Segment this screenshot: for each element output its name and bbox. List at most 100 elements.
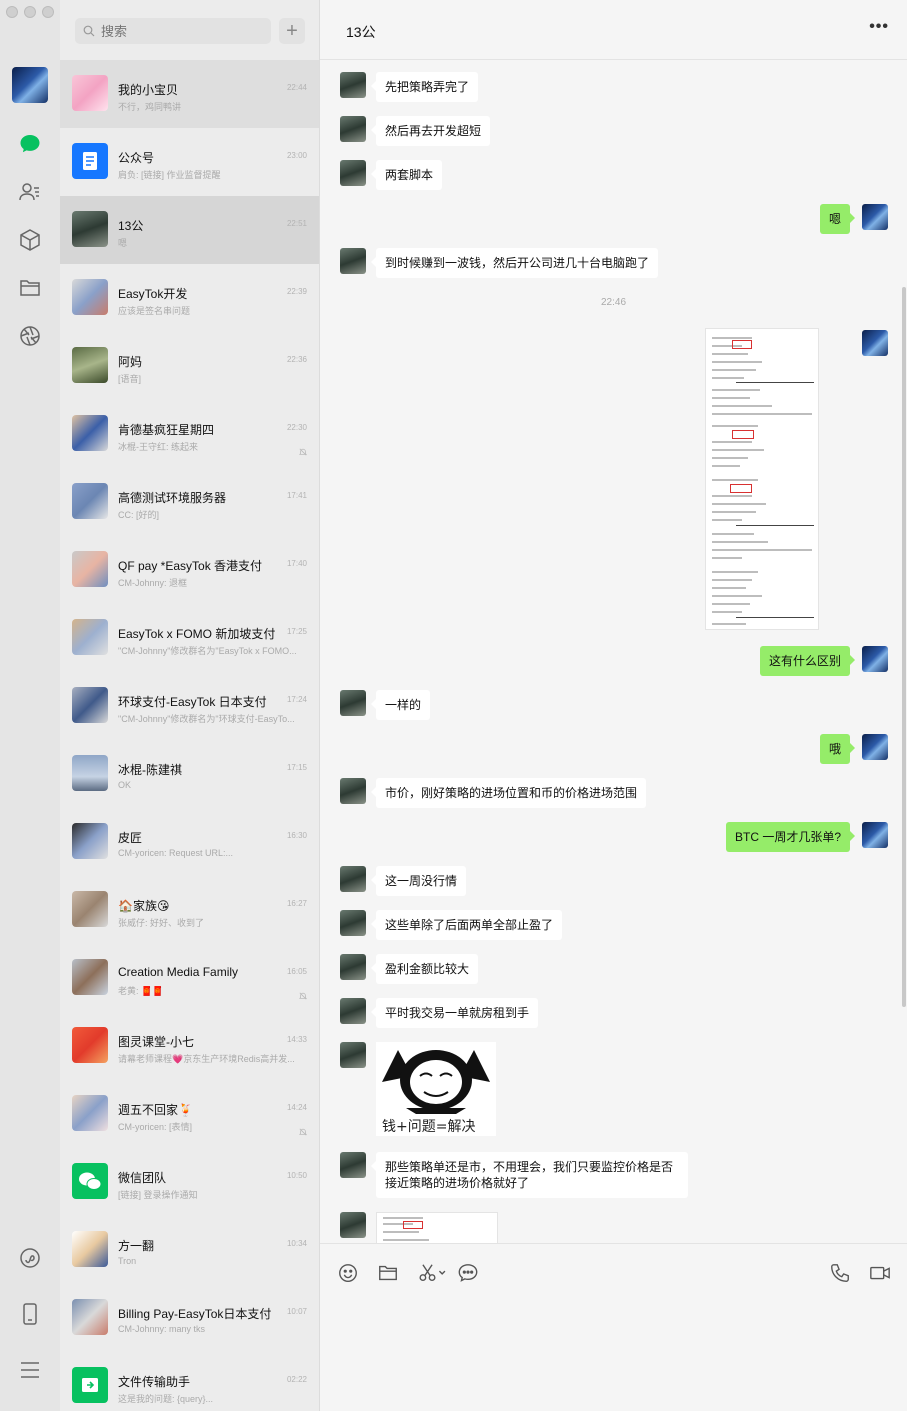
menu-icon[interactable] [17, 1357, 43, 1383]
chat-list-item[interactable]: QF pay *EasyTok 香港支付 CM-Johnny: 退框 17:40 [60, 536, 319, 604]
chat-avatar [72, 1367, 108, 1403]
chat-avatar [72, 347, 108, 383]
chat-list-item[interactable]: 我的小宝贝 不行，鸡同鸭讲 22:44 [60, 60, 319, 128]
chat-list-item[interactable]: 环球支付-EasyTok 日本支付 "CM-Johnny"修改群名为"环球支付-E… [60, 672, 319, 740]
chat-name: 皮匠 [118, 831, 143, 845]
video-call-icon[interactable] [868, 1261, 892, 1285]
friend-avatar-small[interactable] [340, 954, 366, 980]
new-chat-button[interactable]: + [279, 18, 305, 44]
chat-list-item[interactable]: 阿妈 [语音] 22:36 [60, 332, 319, 400]
chat-list-item[interactable]: 肯德基疯狂星期四 冰棍-王守红: 练起来 22:30 [60, 400, 319, 468]
message-bubble[interactable]: 然后再去开发超短 [370, 116, 491, 146]
message-bubble[interactable]: 这一周没行情 [370, 866, 467, 896]
minimize-window-button[interactable] [24, 6, 36, 18]
message-bubble[interactable]: 这些单除了后面两单全部止盈了 [370, 910, 563, 940]
chat-name: Billing Pay-EasyTok日本支付 [118, 1307, 272, 1321]
message-scrollbar[interactable] [902, 287, 906, 1007]
voice-call-icon[interactable] [828, 1261, 852, 1285]
chat-list-item[interactable]: 图灵课堂-小七 请幕老师课程💗京东生产环境Redis高并发... 14:33 [60, 1012, 319, 1080]
chat-history-icon[interactable] [456, 1261, 480, 1285]
friend-avatar-small[interactable] [340, 248, 366, 274]
strategy-screenshot-image[interactable] [705, 328, 819, 630]
friend-avatar-small[interactable] [340, 72, 366, 98]
mini-program-icon[interactable] [17, 1245, 43, 1271]
chat-list: 我的小宝贝 不行，鸡同鸭讲 22:44 公众号 肩负: [链接] 作业监督提醒 23:00… [60, 60, 319, 1411]
friend-avatar-small[interactable] [340, 1152, 366, 1178]
message-bubble[interactable]: BTC 一周才几张单? [726, 822, 856, 852]
chat-list-item[interactable]: 週五不回家🍹 CM-yoricen: [表情] 14:24 [60, 1080, 319, 1148]
message-bubble[interactable]: 这有什么区别 [760, 646, 856, 676]
search-input[interactable] [99, 22, 253, 40]
friend-avatar-small[interactable] [340, 116, 366, 142]
message-bubble[interactable]: 市价，刚好策略的进场位置和币的价格进场范围 [370, 778, 647, 808]
chat-name: 週五不回家🍹 [118, 1103, 193, 1117]
my-avatar-small[interactable] [862, 204, 888, 230]
chat-list-item[interactable]: 微信团队 [链接] 登录操作通知 10:50 [60, 1148, 319, 1216]
message-bubble[interactable]: 哦 [820, 734, 856, 764]
message-bubble[interactable]: 平时我交易一单就房租到手 [370, 998, 539, 1028]
chat-list-item[interactable]: EasyTok开发 应该是签名串问题 22:39 [60, 264, 319, 332]
message-bubble[interactable]: 盈利金额比较大 [370, 954, 479, 984]
chat-list-item[interactable]: EasyTok x FOMO 新加坡支付 "CM-Johnny"修改群名为"Eas… [60, 604, 319, 672]
folder-icon[interactable] [17, 275, 43, 301]
chat-name: EasyTok开发 [118, 287, 188, 301]
chat-list-item[interactable]: 冰棍-陈建祺 OK 17:15 [60, 740, 319, 808]
friend-avatar-small[interactable] [340, 160, 366, 186]
chat-list-item[interactable]: Billing Pay-EasyTok日本支付 CM-Johnny: many t… [60, 1284, 319, 1352]
zoom-window-button[interactable] [42, 6, 54, 18]
chat-name: 13公 [118, 219, 144, 233]
friend-avatar-small [340, 1042, 366, 1068]
chat-name: 图灵课堂-小七 [118, 1035, 194, 1049]
strategy-screenshot-image[interactable] [376, 1212, 498, 1243]
chat-list-item[interactable]: 公众号 肩负: [链接] 作业监督提醒 23:00 [60, 128, 319, 196]
my-avatar-small[interactable] [862, 822, 888, 848]
chat-list-item[interactable]: 高德测试环境服务器 CC: [好的] 17:41 [60, 468, 319, 536]
message-bubble[interactable]: 两套脚本 [370, 160, 443, 190]
panda-meme-sticker[interactable]: 钱+问题=解决 [376, 1042, 496, 1136]
chat-list-item[interactable]: Creation Media Family 老黄: 🧧🧧 16:05 [60, 944, 319, 1012]
friend-avatar-small[interactable] [340, 690, 366, 716]
search-box[interactable] [75, 18, 271, 44]
chat-last-message: "CM-Johnny"修改群名为"环球支付-EasyTo... [118, 714, 295, 724]
emoji-icon[interactable] [336, 1261, 360, 1285]
chat-bubble-icon[interactable] [17, 131, 43, 157]
chat-last-message: [语音] [118, 374, 142, 384]
chat-list-item[interactable]: 13公嗯 22:51 [60, 196, 319, 264]
chat-last-message: CM-yoricen: [表情] [118, 1122, 193, 1132]
friend-avatar-small[interactable] [340, 866, 366, 892]
moments-aperture-icon[interactable] [17, 323, 43, 349]
message-bubble[interactable]: 一样的 [370, 690, 431, 720]
friend-avatar-small[interactable] [340, 998, 366, 1024]
chat-name: 微信团队 [118, 1171, 167, 1185]
contacts-icon[interactable] [17, 179, 43, 205]
chat-time: 14:33 [286, 1035, 307, 1044]
friend-avatar-small[interactable] [340, 910, 366, 936]
chat-name: EasyTok x FOMO 新加坡支付 [118, 627, 276, 641]
my-avatar-small[interactable] [862, 646, 888, 672]
file-folder-icon[interactable] [376, 1261, 400, 1285]
chat-last-message: 肩负: [链接] 作业监督提醒 [118, 170, 221, 180]
chat-list-item[interactable]: 方一翻 Tron 10:34 [60, 1216, 319, 1284]
chat-list-item[interactable]: 文件传输助手 这是我的问题: {query}... 02:22 [60, 1352, 319, 1411]
window-controls [6, 6, 54, 18]
message-bubble[interactable]: 先把策略弄完了 [370, 72, 479, 102]
chat-time: 10:34 [286, 1239, 307, 1248]
favorites-cube-icon[interactable] [17, 227, 43, 253]
chat-time: 17:25 [286, 627, 307, 636]
message-bubble[interactable]: 那些策略单还是市，不用理会，我们只要监控价格是否接近策略的进场价格就好了 [371, 1152, 688, 1198]
message-bubble[interactable]: 嗯 [820, 204, 856, 234]
chat-time: 10:50 [286, 1171, 307, 1180]
my-avatar[interactable] [12, 67, 48, 103]
phone-device-icon[interactable] [17, 1301, 43, 1327]
more-options-icon[interactable]: ••• [869, 18, 889, 36]
chat-list-item[interactable]: 皮匠 CM-yoricen: Request URL:... 16:30 [60, 808, 319, 876]
my-avatar-small[interactable] [862, 734, 888, 760]
chat-last-message: 不行，鸡同鸭讲 [118, 102, 182, 112]
screenshot-scissors-icon[interactable] [416, 1261, 450, 1285]
friend-avatar-small[interactable] [340, 778, 366, 804]
chat-list-item[interactable]: 🏠家族😘 张威仔: 好好、收到了 16:27 [60, 876, 319, 944]
message-bubble[interactable]: 到时候赚到一波钱，然后开公司进几十台电脑跑了 [370, 248, 659, 278]
chat-avatar [72, 755, 108, 791]
close-window-button[interactable] [6, 6, 18, 18]
message-list[interactable]: 先把策略弄完了 然后再去开发超短 两套脚本嗯到时候赚到一波钱，然后开公司进几十台电脑… [320, 60, 907, 1243]
